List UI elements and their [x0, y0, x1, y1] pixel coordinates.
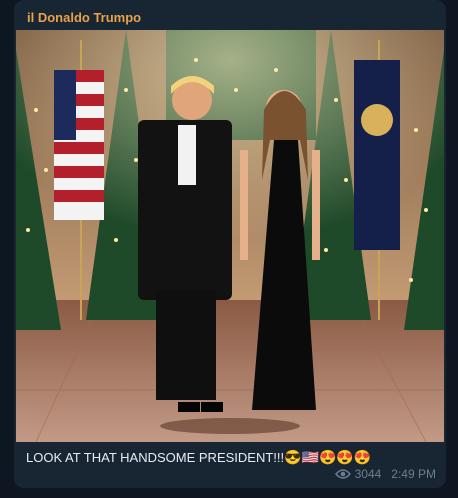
message-caption: LOOK AT THAT HANDSOME PRESIDENT!!!😎🇺🇸😍😍😍 [26, 449, 371, 466]
sender-name[interactable]: il Donaldo Trumpo [27, 10, 141, 25]
message-meta: 3044 2:49 PM [334, 467, 436, 481]
view-count: 3044 [354, 467, 382, 481]
caption-emojis: 😎🇺🇸😍😍😍 [284, 449, 372, 465]
message-bubble[interactable]: il Donaldo Trumpo LOOK AT THAT HANDSOME … [14, 0, 446, 488]
post-photo[interactable] [16, 30, 444, 442]
message-time: 2:49 PM [391, 467, 436, 481]
photo-image [16, 30, 444, 442]
eye-icon [334, 469, 351, 479]
caption-text: LOOK AT THAT HANDSOME PRESIDENT!!! [26, 450, 285, 465]
